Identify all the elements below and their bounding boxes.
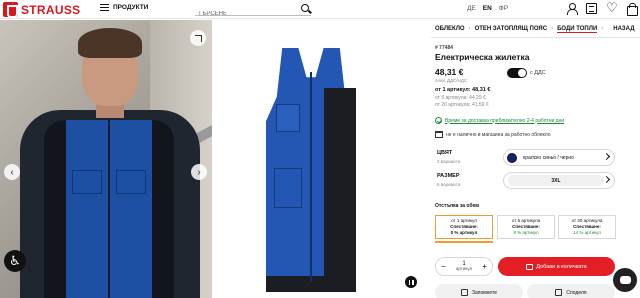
lang-fr[interactable]: ФР [499,5,508,12]
remember-button[interactable]: Запомнете [435,284,523,298]
products-menu-button[interactable]: ПРОДУКТИ [100,4,148,11]
size-selector[interactable]: 3XL [503,172,615,189]
discount-tier-card[interactable]: от 1 артикул Спестяване: 0 % артикул [435,215,493,239]
pause-icon[interactable] [405,276,417,288]
product-sku: # 77484 [435,45,454,51]
cart-icon[interactable] [626,3,638,16]
discount-tier-card[interactable]: от 5 артикула Спестяване: 8 % артикул [497,215,555,239]
breadcrumb-item[interactable]: ОТЕН ЗАТОПЛЯЩ ПОЯС [475,26,547,33]
breadcrumb: ОБЛЕКЛО › ОТЕН ЗАТОПЛЯЩ ПОЯС › БОДИ ТОПЛ… [435,26,635,33]
volume-discount-title: Отстъпка за обем [435,203,479,209]
bookmark-icon [460,289,468,296]
color-value: кралско синьо / черно [523,154,574,161]
quantity-stepper: − 1 артикул + [435,257,493,276]
tier-price: от 5 артикула: 44,29 € [435,95,486,101]
search-input[interactable] [195,7,290,21]
price-note: плюс ДДС/НДС [435,78,468,83]
language-switcher: ДЕ EN ФР [467,5,508,12]
tier-price: от 20 артикула: 41,59 € [435,102,489,108]
share-label: Споделя [566,289,587,296]
accessibility-icon[interactable]: ♿ [4,250,26,272]
search-bar [195,2,311,21]
product-gallery: ‹ › [0,20,430,298]
logo-icon [3,2,18,18]
color-variants-count: 2 варианта [437,159,461,164]
products-menu-label: ПРОДУКТИ [113,4,149,11]
store-icon [435,131,443,138]
delivery-text: Време за доставка приблизително 2-4 рабо… [445,117,565,124]
chevron-right-icon [602,152,611,161]
size-label: РАЗМЕР [437,173,460,179]
shopping-list-icon[interactable] [586,3,597,14]
model-photo[interactable]: ‹ › [0,20,212,298]
header-actions [566,0,638,16]
quantity-unit: артикул [455,266,473,272]
store-availability: не е налично в магазина за работно облек… [435,131,551,138]
share-button[interactable]: Споделя [527,284,615,298]
share-icon [555,289,563,296]
lang-en[interactable]: EN [483,5,492,12]
watermark: BAZAR [557,248,596,260]
heart-icon[interactable] [606,0,618,16]
chevron-right-icon [602,175,611,184]
color-selector[interactable]: кралско синьо / черно [503,149,615,166]
plus-button[interactable]: + [482,262,487,271]
search-icon[interactable] [301,4,309,12]
check-circle-icon [435,117,442,124]
delivery-info[interactable]: Време за доставка приблизително 2-4 рабо… [435,117,564,124]
product-panel: ОБЛЕКЛО › ОТЕН ЗАТОПЛЯЩ ПОЯС › БОДИ ТОПЛ… [431,20,640,298]
lang-de[interactable]: ДЕ [467,5,476,12]
breadcrumb-item[interactable]: ОБЛЕКЛО [435,26,465,33]
cart-icon [526,263,534,270]
store-text: не е налично в магазина за работно облек… [446,131,551,138]
tier-price: от 1 артикул: 48,31 € [435,87,491,93]
color-label: ЦВЯТ [437,150,453,156]
vat-toggle-label: с ДДС [530,70,546,76]
chevron-right-icon[interactable]: › [191,164,207,180]
color-swatch [507,152,517,163]
breadcrumb-current[interactable]: БОДИ ТОПЛИ [557,26,598,33]
discount-pct: 14 % артикул [573,230,601,236]
discount-pct: 0 % артикул [450,230,478,236]
size-variants-count: 6 варианта [437,182,461,187]
discount-tier-card[interactable]: от 20 артикула Спестяване: 14 % артикул [558,215,616,239]
back-link[interactable]: НАЗАД [613,26,634,33]
strauss-logo[interactable]: STRAUSS [3,2,81,18]
chevron-left-icon[interactable]: ‹ [4,164,20,180]
minus-button[interactable]: − [441,262,446,271]
chat-icon[interactable] [613,268,637,292]
site-header: STRAUSS ПРОДУКТИ ДЕ EN ФР [0,0,640,21]
hamburger-icon [100,4,109,11]
remember-label: Запомнете [471,289,498,296]
user-icon[interactable] [566,3,578,15]
product-title: Електрическа жилетка [435,52,530,62]
size-value: 3XL [508,175,604,186]
product-price: 48,31 € [435,67,464,77]
vat-toggle[interactable] [507,68,527,78]
expand-icon[interactable] [190,30,206,46]
add-to-cart-label: Добави в количката [536,263,587,270]
vest-image [266,48,356,292]
discount-pct: 8 % артикул [513,230,539,236]
logo-text: STRAUSS [21,2,81,17]
